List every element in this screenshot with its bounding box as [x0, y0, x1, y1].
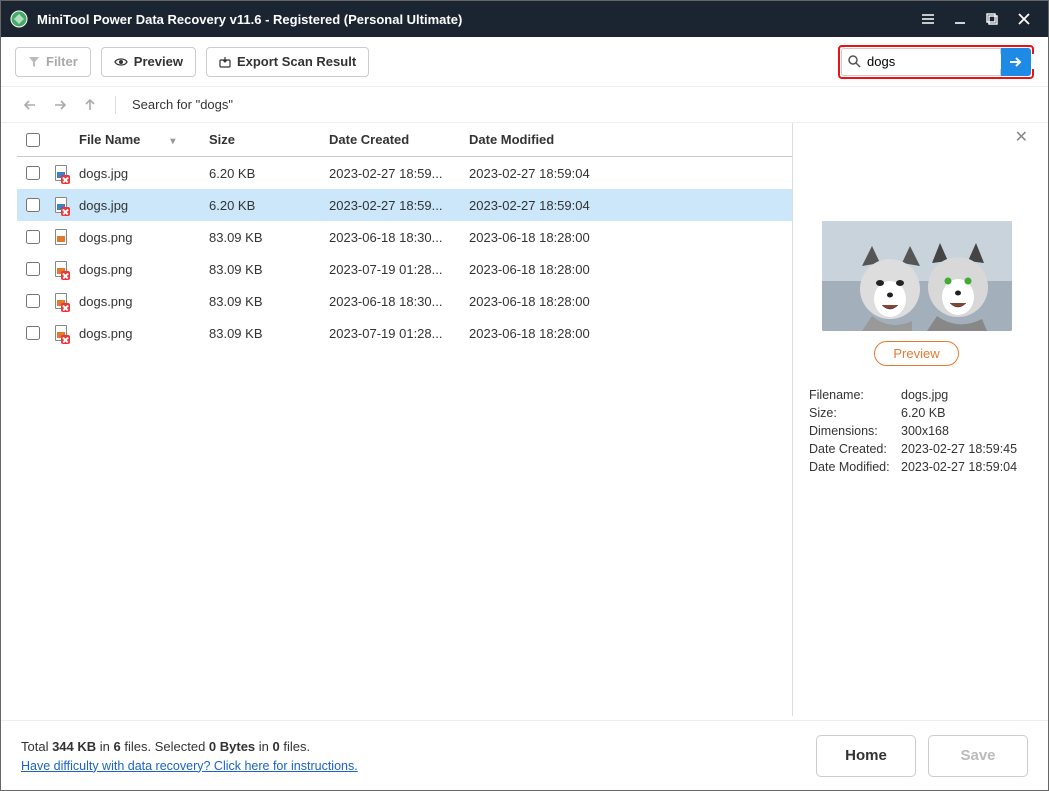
app-logo-icon [9, 9, 29, 29]
file-icon [55, 229, 67, 245]
file-icon [55, 197, 67, 213]
search-box [841, 48, 1001, 76]
export-button[interactable]: Export Scan Result [206, 47, 369, 77]
row-created: 2023-02-27 18:59... [323, 166, 463, 181]
row-created: 2023-06-18 18:30... [323, 230, 463, 245]
row-modified: 2023-06-18 18:28:00 [463, 230, 623, 245]
eye-icon [114, 56, 128, 68]
toolbar: Filter Preview Export Scan Result [1, 37, 1048, 87]
file-metadata: Filename:dogs.jpg Size:6.20 KB Dimension… [809, 388, 1024, 478]
filter-icon [28, 56, 40, 68]
up-icon[interactable] [81, 96, 99, 114]
file-icon [55, 293, 67, 309]
row-name: dogs.png [73, 294, 203, 309]
table-row[interactable]: dogs.png83.09 KB2023-07-19 01:28...2023-… [17, 253, 792, 285]
row-size: 83.09 KB [203, 326, 323, 341]
meta-modified-key: Date Modified: [809, 460, 901, 474]
forward-icon[interactable] [51, 96, 69, 114]
file-icon [55, 165, 67, 181]
window-title: MiniTool Power Data Recovery v11.6 - Reg… [37, 12, 912, 27]
save-button[interactable]: Save [928, 735, 1028, 777]
row-name: dogs.png [73, 326, 203, 341]
col-name[interactable]: File Name▾ [73, 132, 203, 147]
table-row[interactable]: dogs.jpg6.20 KB2023-02-27 18:59...2023-0… [17, 157, 792, 189]
row-checkbox[interactable] [26, 166, 40, 180]
search-go-button[interactable] [1001, 48, 1031, 76]
titlebar: MiniTool Power Data Recovery v11.6 - Reg… [1, 1, 1048, 37]
row-size: 6.20 KB [203, 198, 323, 213]
file-icon [55, 261, 67, 277]
summary-text: Total 344 KB in 6 files. Selected 0 Byte… [21, 739, 804, 754]
open-preview-button[interactable]: Preview [874, 341, 958, 366]
col-modified[interactable]: Date Modified [463, 132, 623, 147]
export-label: Export Scan Result [237, 54, 356, 69]
col-created[interactable]: Date Created [323, 132, 463, 147]
row-name: dogs.jpg [73, 166, 203, 181]
home-button[interactable]: Home [816, 735, 916, 777]
meta-filename-key: Filename: [809, 388, 901, 402]
row-created: 2023-07-19 01:28... [323, 326, 463, 341]
select-all-checkbox[interactable] [26, 133, 40, 147]
minimize-icon[interactable] [944, 5, 976, 33]
row-checkbox[interactable] [26, 198, 40, 212]
sort-caret-icon: ▾ [170, 136, 175, 147]
back-icon[interactable] [21, 96, 39, 114]
meta-created-val: 2023-02-27 18:59:45 [901, 442, 1017, 456]
preview-pane: ✕ [792, 123, 1032, 716]
row-modified: 2023-06-18 18:28:00 [463, 262, 623, 277]
row-name: dogs.png [73, 262, 203, 277]
preview-label: Preview [134, 54, 183, 69]
close-preview-icon[interactable]: ✕ [1015, 127, 1028, 147]
meta-size-key: Size: [809, 406, 901, 420]
row-name: dogs.jpg [73, 198, 203, 213]
file-icon [55, 325, 67, 341]
row-checkbox[interactable] [26, 326, 40, 340]
row-checkbox[interactable] [26, 294, 40, 308]
help-link[interactable]: Have difficulty with data recovery? Clic… [21, 759, 358, 773]
row-size: 83.09 KB [203, 294, 323, 309]
meta-modified-val: 2023-02-27 18:59:04 [901, 460, 1017, 474]
row-checkbox[interactable] [26, 262, 40, 276]
menu-icon[interactable] [912, 5, 944, 33]
table-row[interactable]: dogs.png83.09 KB2023-06-18 18:30...2023-… [17, 221, 792, 253]
row-size: 83.09 KB [203, 262, 323, 277]
row-created: 2023-02-27 18:59... [323, 198, 463, 213]
row-created: 2023-06-18 18:30... [323, 294, 463, 309]
filter-label: Filter [46, 54, 78, 69]
filter-button[interactable]: Filter [15, 47, 91, 77]
row-modified: 2023-06-18 18:28:00 [463, 294, 623, 309]
maximize-icon[interactable] [976, 5, 1008, 33]
export-icon [219, 56, 231, 68]
row-created: 2023-07-19 01:28... [323, 262, 463, 277]
breadcrumb-text: Search for "dogs" [132, 97, 233, 112]
statusbar: Total 344 KB in 6 files. Selected 0 Byte… [1, 720, 1048, 790]
meta-dim-key: Dimensions: [809, 424, 901, 438]
meta-size-val: 6.20 KB [901, 406, 945, 420]
search-icon [848, 55, 861, 68]
close-icon[interactable] [1008, 5, 1040, 33]
breadcrumb: Search for "dogs" [1, 87, 1048, 123]
col-size[interactable]: Size [203, 132, 323, 147]
thumbnail [822, 221, 1012, 331]
meta-created-key: Date Created: [809, 442, 901, 456]
row-size: 83.09 KB [203, 230, 323, 245]
meta-dim-val: 300x168 [901, 424, 949, 438]
table-row[interactable]: dogs.png83.09 KB2023-07-19 01:28...2023-… [17, 317, 792, 349]
table-row[interactable]: dogs.jpg6.20 KB2023-02-27 18:59...2023-0… [17, 189, 792, 221]
row-modified: 2023-02-27 18:59:04 [463, 198, 623, 213]
row-name: dogs.png [73, 230, 203, 245]
file-list-pane: File Name▾ Size Date Created Date Modifi… [17, 123, 792, 716]
search-highlight [838, 45, 1034, 79]
row-modified: 2023-02-27 18:59:04 [463, 166, 623, 181]
row-size: 6.20 KB [203, 166, 323, 181]
table-header: File Name▾ Size Date Created Date Modifi… [17, 123, 792, 157]
row-checkbox[interactable] [26, 230, 40, 244]
row-modified: 2023-06-18 18:28:00 [463, 326, 623, 341]
table-row[interactable]: dogs.png83.09 KB2023-06-18 18:30...2023-… [17, 285, 792, 317]
meta-filename-val: dogs.jpg [901, 388, 948, 402]
preview-button[interactable]: Preview [101, 47, 196, 77]
